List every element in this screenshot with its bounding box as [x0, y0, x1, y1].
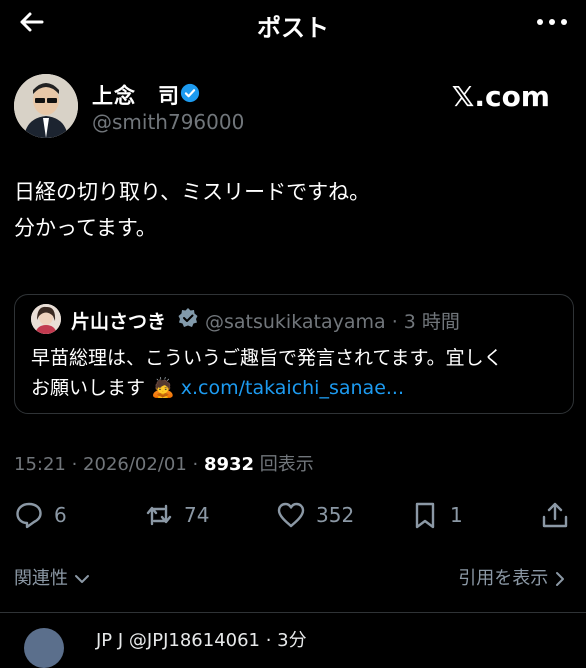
more-icon[interactable] — [532, 8, 572, 36]
post-text: 日経の切り取り、ミスリードですね。 分かってます。 — [14, 174, 574, 246]
post-meta: 15:21 · 2026/02/01 · 8932 回表示 — [14, 450, 314, 476]
quoted-link[interactable]: x.com/takaichi_sanae... — [181, 377, 404, 399]
chevron-down-icon — [74, 575, 89, 583]
verified-badge-icon — [180, 83, 200, 103]
sort-relevance-dropdown[interactable]: 関連性 — [14, 564, 90, 590]
repost-button[interactable]: 74 — [144, 496, 209, 534]
quoted-author-name: 片山さつき — [71, 311, 167, 333]
post-datetime: 15:21 · 2026/02/01 · — [14, 454, 204, 475]
view-quotes-link[interactable]: 引用を表示 — [458, 564, 566, 590]
quoted-post[interactable]: 片山さつき @satsukikatayama · 3 時間 早苗総理は、こういう… — [14, 294, 574, 414]
chevron-right-icon — [556, 572, 564, 586]
author-handle[interactable]: @smith796000 — [92, 110, 244, 134]
quoted-avatar — [31, 304, 61, 334]
reply-button[interactable]: 6 — [14, 496, 67, 534]
quoted-text-line: 早苗総理は、こういうご趣旨で発言されてます。宜しく — [31, 347, 503, 369]
bookmark-button[interactable]: 1 — [410, 496, 463, 534]
quoted-text-line: お願いします 🙇 x.com/takaichi_sanae... — [31, 373, 561, 403]
view-label: 回表示 — [254, 454, 314, 475]
reply-avatar[interactable] — [24, 628, 64, 668]
action-bar: 6 74 352 1 — [0, 496, 586, 534]
avatar-image — [14, 74, 78, 138]
heart-icon — [277, 502, 305, 528]
author-avatar[interactable] — [14, 74, 78, 138]
like-button[interactable]: 352 — [276, 496, 354, 534]
x-watermark: 𝕏.com — [451, 80, 550, 113]
quoted-text: 早苗総理は、こういうご趣旨で発言されてます。宜しく お願いします 🙇 x.com… — [31, 343, 561, 403]
reply-icon — [16, 502, 42, 529]
quoted-avatar-image — [31, 304, 61, 334]
quoted-text-prefix: お願いします 🙇 — [31, 377, 175, 399]
share-icon — [542, 502, 568, 528]
bookmark-icon — [415, 502, 435, 529]
view-count: 8932 — [203, 454, 255, 475]
sort-label: 関連性 — [14, 568, 68, 589]
repost-count: 74 — [184, 503, 210, 527]
author-name[interactable]: 上念 司 — [92, 80, 180, 110]
post-text-line: 日経の切り取り、ミスリードですね。 — [14, 180, 371, 204]
top-bar: ポスト — [0, 0, 586, 44]
gray-verified-badge-icon — [178, 308, 198, 327]
quoted-handle-time: @satsukikatayama · 3 時間 — [205, 311, 460, 333]
divider — [0, 612, 586, 613]
page-title: ポスト — [257, 14, 329, 42]
like-count: 352 — [316, 503, 355, 527]
reply-header: JP J @JPJ18614061 · 3分 — [96, 630, 307, 651]
bookmark-count: 1 — [450, 503, 463, 527]
reply-count: 6 — [54, 503, 67, 527]
share-button[interactable] — [540, 496, 580, 534]
post-text-line: 分かってます。 — [14, 216, 157, 240]
view-quotes-label: 引用を表示 — [458, 568, 549, 589]
repost-icon — [146, 504, 172, 526]
